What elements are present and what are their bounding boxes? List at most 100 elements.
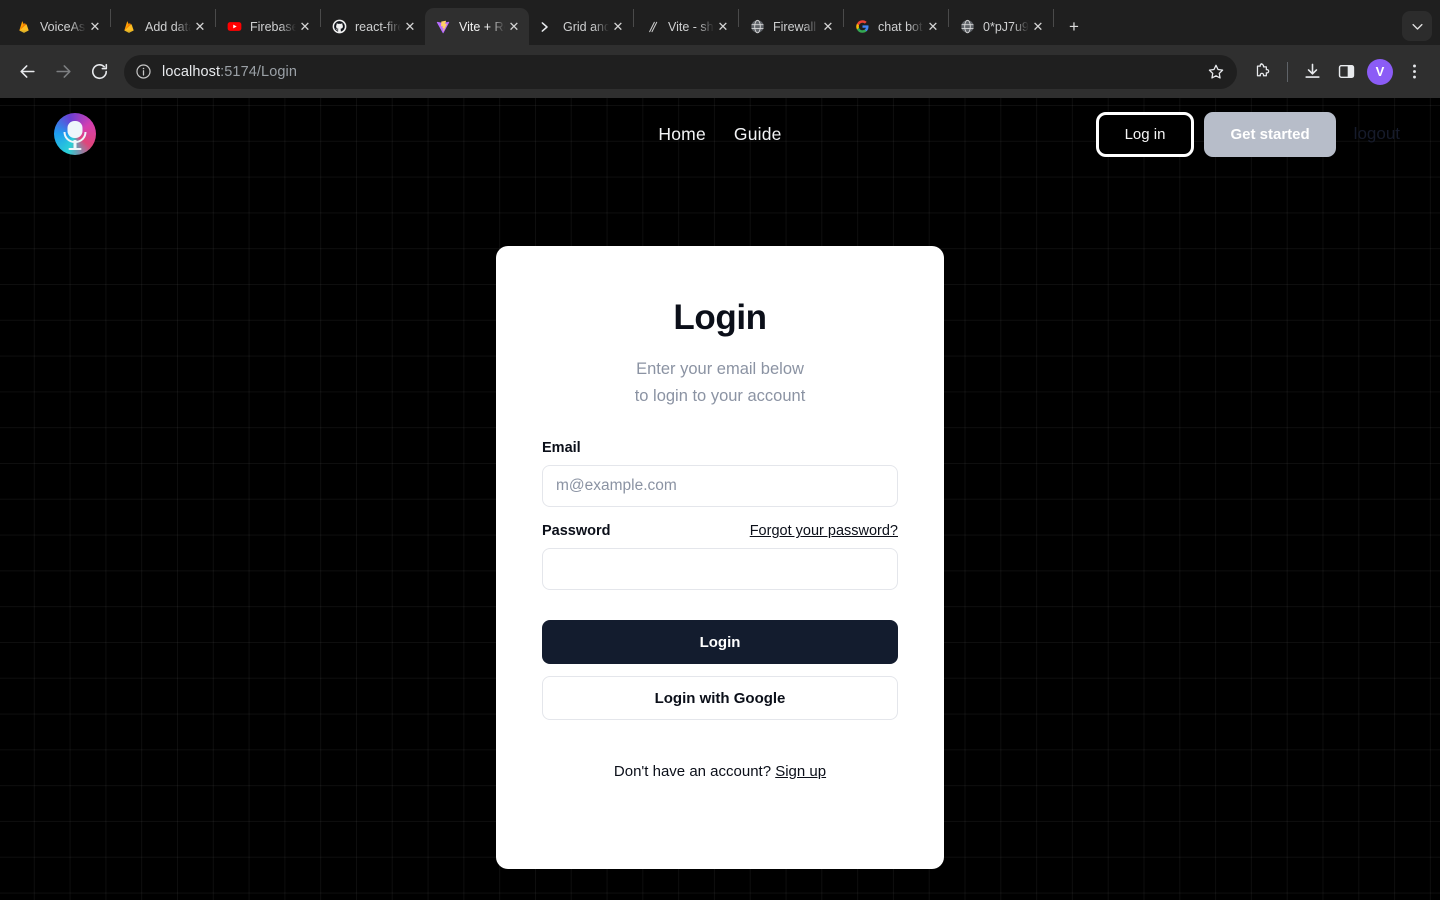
login-card: Login Enter your email below to login to… bbox=[496, 246, 944, 869]
close-icon[interactable]: ✕ bbox=[296, 18, 314, 36]
arrow-left-icon bbox=[19, 65, 35, 78]
download-icon bbox=[1304, 63, 1320, 78]
tab-title: Add data bbox=[145, 19, 191, 34]
kebab-menu-icon bbox=[1412, 64, 1416, 79]
address-bar[interactable]: localhost:5174/Login bbox=[124, 54, 1237, 89]
puzzle-icon bbox=[1256, 63, 1269, 77]
reload-icon bbox=[91, 63, 107, 80]
voice-assistant-logo[interactable] bbox=[54, 113, 96, 155]
email-input[interactable] bbox=[542, 465, 898, 508]
browser-tab[interactable]: Firebase ✕ bbox=[216, 8, 320, 45]
page-viewport: Home Guide Log in Get started logout Log… bbox=[0, 98, 1440, 900]
card-subtitle: Enter your email below to login to your … bbox=[542, 356, 898, 410]
browser-tab[interactable]: Grid and ✕ bbox=[529, 8, 633, 45]
arrow-right-icon bbox=[55, 65, 71, 78]
browser-tab-active[interactable]: Vite + React ✕ bbox=[425, 8, 529, 45]
youtube-icon bbox=[226, 19, 242, 35]
header-actions: Log in Get started logout bbox=[1095, 111, 1412, 157]
site-header: Log in Get started logout bbox=[0, 98, 1440, 170]
extensions-button[interactable] bbox=[1247, 56, 1279, 88]
close-icon[interactable]: ✕ bbox=[924, 18, 942, 36]
forgot-password-link[interactable]: Forgot your password? bbox=[750, 523, 898, 539]
firebase-icon bbox=[121, 19, 137, 35]
signup-prompt: Don't have an account? bbox=[613, 763, 776, 781]
avatar: V bbox=[1367, 58, 1393, 85]
tab-title: 0*pJ7u9 bbox=[983, 19, 1029, 34]
header-logout-link[interactable]: logout bbox=[1354, 124, 1400, 144]
github-icon bbox=[331, 19, 347, 35]
browser-tab[interactable]: react-firebase ✕ bbox=[321, 8, 425, 45]
firebase-icon bbox=[16, 19, 32, 35]
tab-title: Grid and bbox=[563, 19, 609, 34]
signup-row: Don't have an account? Sign up bbox=[542, 763, 898, 780]
browser-tab[interactable]: 0*pJ7u9 ✕ bbox=[949, 8, 1053, 45]
back-button[interactable] bbox=[10, 55, 44, 89]
header-login-button[interactable]: Log in bbox=[1095, 111, 1195, 157]
tab-list: VoiceAssistant ✕ Add data ✕ Firebase ✕ bbox=[6, 0, 1088, 45]
close-icon[interactable]: ✕ bbox=[819, 18, 837, 36]
tab-title: Firewall bbox=[773, 19, 817, 34]
profile-button[interactable]: V bbox=[1364, 56, 1396, 88]
password-label: Password bbox=[542, 523, 611, 540]
browser-tab[interactable]: Add data ✕ bbox=[111, 8, 215, 45]
close-icon[interactable]: ✕ bbox=[609, 18, 627, 36]
email-field-group: Email bbox=[542, 440, 898, 508]
browser-tab[interactable]: Firewall ✕ bbox=[739, 8, 843, 45]
tab-strip: VoiceAssistant ✕ Add data ✕ Firebase ✕ bbox=[0, 0, 1440, 45]
card-subtitle-line-2: to login to your account bbox=[634, 387, 806, 406]
signup-link[interactable]: Sign up bbox=[775, 763, 826, 780]
header-get-started-button[interactable]: Get started bbox=[1204, 111, 1336, 157]
tab-title: VoiceAssistant bbox=[40, 19, 86, 34]
tab-title: react-firebase bbox=[355, 19, 401, 34]
password-input[interactable] bbox=[542, 548, 898, 591]
close-icon[interactable]: ✕ bbox=[505, 18, 523, 36]
tab-title: Firebase bbox=[250, 19, 296, 34]
google-icon bbox=[854, 19, 870, 35]
url-text: localhost:5174/Login bbox=[162, 64, 297, 80]
tab-separator bbox=[1053, 9, 1054, 27]
slash-icon bbox=[644, 19, 660, 35]
tab-search-button[interactable] bbox=[1402, 11, 1432, 41]
email-label: Email bbox=[542, 440, 581, 457]
close-icon[interactable]: ✕ bbox=[191, 18, 209, 36]
globe-icon bbox=[749, 19, 765, 35]
login-submit-button[interactable]: Login bbox=[542, 620, 898, 665]
logo-mic-base bbox=[68, 147, 82, 150]
site-info-icon[interactable] bbox=[130, 59, 156, 85]
tab-title: Vite + React bbox=[459, 19, 505, 34]
terminal-icon bbox=[539, 19, 555, 35]
email-label-row: Email bbox=[542, 440, 898, 456]
login-with-google-button[interactable]: Login with Google bbox=[542, 676, 898, 721]
close-icon[interactable]: ✕ bbox=[1029, 18, 1047, 36]
browser-toolbar: localhost:5174/Login V bbox=[0, 45, 1440, 98]
url-host: localhost bbox=[162, 63, 221, 80]
close-icon[interactable]: ✕ bbox=[714, 18, 732, 36]
card-subtitle-line-1: Enter your email below bbox=[636, 360, 804, 378]
password-label-row: Password Forgot your password? bbox=[542, 523, 898, 539]
forward-button[interactable] bbox=[46, 55, 80, 89]
side-panel-button[interactable] bbox=[1330, 56, 1362, 88]
tab-title: Vite - sh bbox=[668, 19, 714, 34]
downloads-button[interactable] bbox=[1296, 56, 1328, 88]
reload-button[interactable] bbox=[82, 55, 116, 89]
close-icon[interactable]: ✕ bbox=[401, 18, 419, 36]
globe-icon bbox=[959, 19, 975, 35]
browser-window: VoiceAssistant ✕ Add data ✕ Firebase ✕ bbox=[0, 0, 1440, 900]
url-path: :5174/Login bbox=[220, 63, 298, 80]
vite-icon bbox=[435, 19, 451, 35]
browser-tab[interactable]: VoiceAssistant ✕ bbox=[6, 8, 110, 45]
logo-mic-head bbox=[67, 121, 83, 138]
bookmark-button[interactable] bbox=[1201, 57, 1231, 87]
toolbar-divider bbox=[1287, 61, 1288, 82]
star-icon bbox=[1208, 64, 1224, 79]
password-field-group: Password Forgot your password? bbox=[542, 523, 898, 591]
chevron-down-icon bbox=[1411, 23, 1423, 30]
browser-tab[interactable]: chat bot ✕ bbox=[844, 8, 948, 45]
side-panel-icon bbox=[1338, 65, 1354, 78]
new-tab-button[interactable]: + bbox=[1060, 12, 1088, 40]
close-icon[interactable]: ✕ bbox=[86, 18, 104, 36]
tab-title: chat bot bbox=[878, 19, 923, 34]
browser-tab[interactable]: Vite - sh ✕ bbox=[634, 8, 738, 45]
page-title: Login bbox=[673, 298, 767, 337]
browser-menu-button[interactable] bbox=[1398, 56, 1430, 88]
